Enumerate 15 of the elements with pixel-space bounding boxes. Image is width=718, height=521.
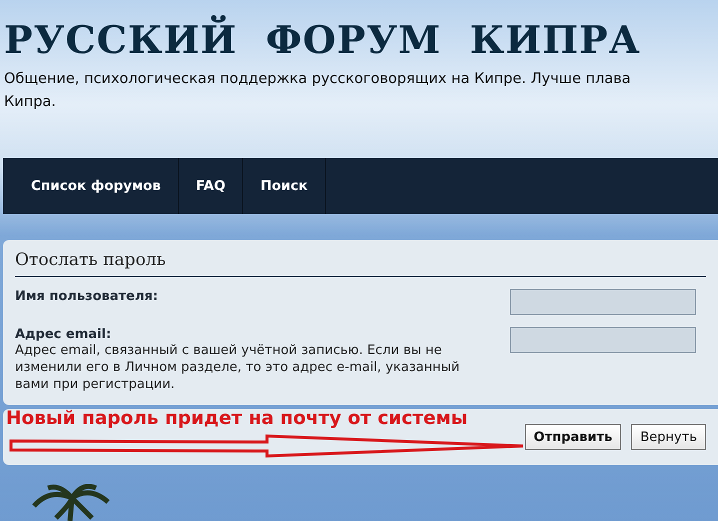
form-title: Отослать пароль [15,250,706,277]
forum-tagline: Кипра. [4,93,56,112]
text-field[interactable] [510,327,696,353]
nav-link[interactable]: FAQ [178,158,244,214]
field-hint: Адрес email, связанный с вашей учётной записью. Если вы не изменили его в Личном разделе, то это адрес e-mail, указанный вами при регистрации. [15,342,461,393]
nav-link[interactable]: Поиск [243,158,326,214]
field-label: Адрес email: [15,327,112,342]
reset-button[interactable]: Вернуть [631,424,706,450]
forum-logo-title: РУССКИЙ ФОРУМ КИПРА [4,14,641,64]
field-label: Имя пользователя: [15,289,159,304]
nav-link[interactable]: Список форумов [3,158,179,214]
forum-tagline: Общение, психологическая поддержка русскоговорящих на Кипре. Лучше плава [4,70,631,89]
text-field[interactable] [510,289,696,315]
submit-button[interactable]: Отправить [524,424,622,450]
annotation-text: Новый пароль придет на почту от системы [6,408,468,429]
